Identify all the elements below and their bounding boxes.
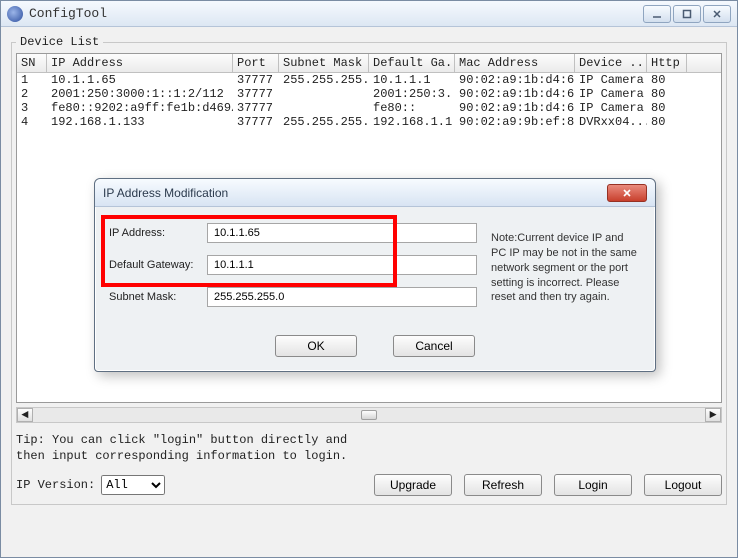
modal-body: IP Address: Default Gateway: Subnet Mask… <box>95 207 655 329</box>
cell-mac: 90:02:a9:9b:ef:85 <box>455 115 575 129</box>
modal-title: IP Address Modification <box>103 186 228 200</box>
cell-name: IP Camera <box>575 73 647 87</box>
cell-name: IP Camera <box>575 101 647 115</box>
modal-note: Note:Current device IP and PC IP may be … <box>491 223 641 319</box>
th-name[interactable]: Device ... <box>575 54 647 72</box>
subnet-mask-row: Subnet Mask: <box>109 287 477 307</box>
table-row[interactable]: 3fe80::9202:a9ff:fe1b:d469/6437777 fe80::… <box>17 101 721 115</box>
minimize-button[interactable] <box>643 5 671 23</box>
scroll-left-icon[interactable]: ◄ <box>17 408 33 422</box>
default-gateway-row: Default Gateway: <box>109 255 477 275</box>
table-row[interactable]: 110.1.1.6537777255.255.255.010.1.1.190:0… <box>17 73 721 87</box>
cell-mask: 255.255.255.0 <box>279 73 369 87</box>
ip-modification-dialog: IP Address Modification IP Address: Defa… <box>94 178 656 372</box>
window-controls <box>643 5 731 23</box>
th-mac[interactable]: Mac Address <box>455 54 575 72</box>
modal-frame: IP Address Modification IP Address: Defa… <box>94 178 656 372</box>
cell-gw: 2001:250:3... <box>369 87 455 101</box>
cell-ip: 2001:250:3000:1::1:2/112 <box>47 87 233 101</box>
footer-row: IP Version: All Upgrade Refresh Login Lo… <box>16 474 722 496</box>
cell-port: 37777 <box>233 73 279 87</box>
cell-sn: 1 <box>17 73 47 87</box>
cell-mask <box>279 101 369 115</box>
cell-sn: 4 <box>17 115 47 129</box>
subnet-mask-input[interactable] <box>207 287 477 307</box>
scroll-right-icon[interactable]: ► <box>705 408 721 422</box>
maximize-button[interactable] <box>673 5 701 23</box>
modal-close-button[interactable] <box>607 184 647 202</box>
cell-ip: fe80::9202:a9ff:fe1b:d469/64 <box>47 101 233 115</box>
ip-address-input[interactable] <box>207 223 477 243</box>
table-header: SN IP Address Port Subnet Mask Default G… <box>17 54 721 73</box>
ip-address-label: IP Address: <box>109 227 201 239</box>
titlebar[interactable]: ConfigTool <box>1 1 737 27</box>
table-body: 110.1.1.6537777255.255.255.010.1.1.190:0… <box>17 73 721 129</box>
modal-button-row: OK Cancel <box>95 329 655 371</box>
cell-name: IP Camera <box>575 87 647 101</box>
cancel-button[interactable]: Cancel <box>393 335 475 357</box>
modal-form: IP Address: Default Gateway: Subnet Mask… <box>109 223 477 319</box>
th-mask[interactable]: Subnet Mask <box>279 54 369 72</box>
cell-sn: 2 <box>17 87 47 101</box>
cell-mask <box>279 87 369 101</box>
ok-button[interactable]: OK <box>275 335 357 357</box>
cell-ip: 10.1.1.65 <box>47 73 233 87</box>
app-title: ConfigTool <box>29 6 107 21</box>
cell-http: 80 <box>647 87 687 101</box>
tip-line1: Tip: You can click "login" button direct… <box>16 433 722 449</box>
cell-port: 37777 <box>233 101 279 115</box>
cell-port: 37777 <box>233 115 279 129</box>
th-http[interactable]: Http <box>647 54 687 72</box>
cell-name: DVRxx04... <box>575 115 647 129</box>
cell-http: 80 <box>647 73 687 87</box>
cell-mac: 90:02:a9:1b:d4:69 <box>455 101 575 115</box>
cell-port: 37777 <box>233 87 279 101</box>
table-row[interactable]: 4192.168.1.13337777255.255.255.0192.168.… <box>17 115 721 129</box>
device-list-legend: Device List <box>16 35 103 49</box>
cell-mask: 255.255.255.0 <box>279 115 369 129</box>
ip-version-label: IP Version: <box>16 478 95 492</box>
cell-http: 80 <box>647 101 687 115</box>
th-gw[interactable]: Default Ga... <box>369 54 455 72</box>
cell-mac: 90:02:a9:1b:d4:69 <box>455 87 575 101</box>
default-gateway-label: Default Gateway: <box>109 259 201 271</box>
th-port[interactable]: Port <box>233 54 279 72</box>
close-button[interactable] <box>703 5 731 23</box>
cell-gw: 192.168.1.1 <box>369 115 455 129</box>
cell-ip: 192.168.1.133 <box>47 115 233 129</box>
th-ip[interactable]: IP Address <box>47 54 233 72</box>
tip-line2: then input corresponding information to … <box>16 449 722 465</box>
cell-gw: fe80:: <box>369 101 455 115</box>
th-sn[interactable]: SN <box>17 54 47 72</box>
cell-sn: 3 <box>17 101 47 115</box>
ip-version-select[interactable]: All <box>101 475 165 495</box>
app-icon <box>7 6 23 22</box>
logout-button[interactable]: Logout <box>644 474 722 496</box>
cell-mac: 90:02:a9:1b:d4:69 <box>455 73 575 87</box>
horizontal-scrollbar[interactable]: ◄ ► <box>16 407 722 423</box>
refresh-button[interactable]: Refresh <box>464 474 542 496</box>
cell-http: 80 <box>647 115 687 129</box>
scroll-track[interactable] <box>33 410 705 420</box>
tip-text: Tip: You can click "login" button direct… <box>16 433 722 464</box>
upgrade-button[interactable]: Upgrade <box>374 474 452 496</box>
scroll-thumb[interactable] <box>361 410 377 420</box>
table-row[interactable]: 22001:250:3000:1::1:2/11237777 2001:250:3… <box>17 87 721 101</box>
subnet-mask-label: Subnet Mask: <box>109 291 201 303</box>
cell-gw: 10.1.1.1 <box>369 73 455 87</box>
default-gateway-input[interactable] <box>207 255 477 275</box>
ip-address-row: IP Address: <box>109 223 477 243</box>
modal-titlebar[interactable]: IP Address Modification <box>95 179 655 207</box>
login-button[interactable]: Login <box>554 474 632 496</box>
